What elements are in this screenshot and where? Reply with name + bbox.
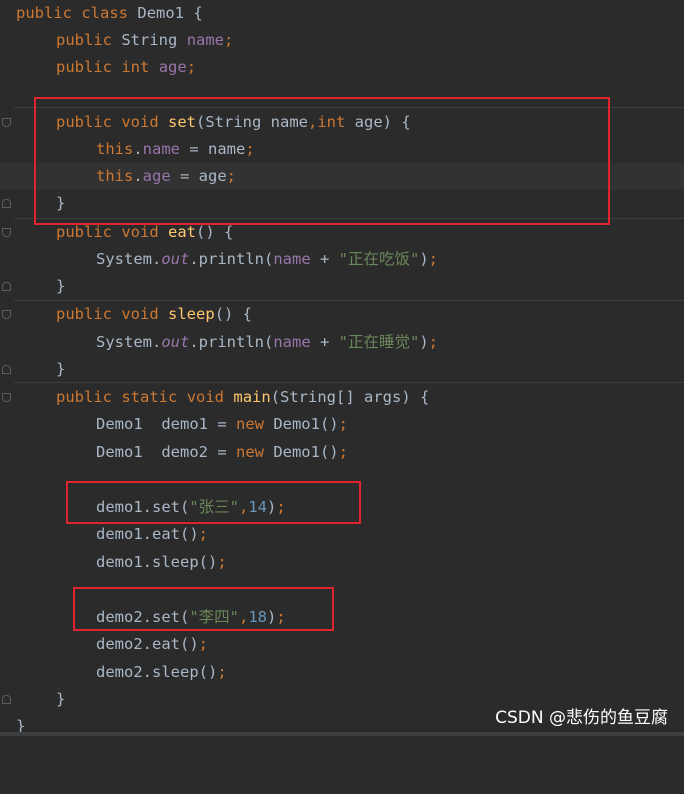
highlight-box-demo1-set <box>66 481 361 524</box>
keyword: void <box>186 388 225 406</box>
semicolon: ; <box>224 31 234 49</box>
method-name: eat <box>168 223 197 241</box>
keyword: void <box>121 223 159 241</box>
code-line[interactable]: Demo1 demo2 = new Demo1(); <box>0 439 684 466</box>
method-call: .println( <box>189 250 274 268</box>
field-name: age <box>158 58 187 76</box>
code-line[interactable]: demo1.sleep(); <box>0 549 684 576</box>
keyword: public <box>56 305 112 323</box>
method-call: .println( <box>189 333 274 351</box>
string-literal: "正在吃饭" <box>338 250 420 268</box>
code-line[interactable]: demo2.eat(); <box>0 631 684 658</box>
class-ref: System. <box>96 333 162 351</box>
keyword: public <box>56 58 112 76</box>
static-field: out <box>161 250 190 268</box>
keyword: public <box>56 223 112 241</box>
params: (String[] args) { <box>270 388 430 406</box>
watermark: CSDN @悲伤的鱼豆腐 <box>495 708 668 728</box>
semicolon: ; <box>338 443 348 461</box>
keyword: int <box>121 58 150 76</box>
method-name: main <box>233 388 271 406</box>
params: () { <box>214 305 253 323</box>
keyword: public <box>56 31 112 49</box>
keyword: public <box>56 388 112 406</box>
keyword: class <box>81 4 129 22</box>
paren: ) <box>419 333 429 351</box>
code-line[interactable]: } <box>0 273 684 300</box>
brace: { <box>184 4 203 22</box>
code-line[interactable]: Demo1 demo1 = new Demo1(); <box>0 411 684 438</box>
code-line[interactable]: public class Demo1 { <box>0 0 684 27</box>
keyword: static <box>121 388 178 406</box>
method-name: sleep <box>168 305 215 323</box>
semicolon: ; <box>217 553 227 571</box>
keyword: public <box>16 4 72 22</box>
paren: ) <box>419 250 429 268</box>
code-editor[interactable]: public class Demo1 { public String name;… <box>0 0 684 736</box>
operator: + <box>310 333 339 351</box>
code-line[interactable]: System.out.println(name + "正在吃饭"); <box>0 246 684 273</box>
field-name: name <box>273 333 311 351</box>
code-line[interactable]: public void sleep() { <box>0 301 684 328</box>
keyword: new <box>235 443 264 461</box>
semicolon: ; <box>198 525 208 543</box>
semicolon: ; <box>428 333 439 351</box>
brace: } <box>56 277 66 295</box>
semicolon: ; <box>217 663 227 681</box>
declaration: Demo1 demo1 = <box>96 415 236 433</box>
constructor-call: Demo1() <box>263 415 339 433</box>
brace: } <box>56 690 66 708</box>
semicolon: ; <box>198 635 208 653</box>
constructor-call: Demo1() <box>263 443 339 461</box>
method-separator <box>14 382 684 383</box>
highlight-box-demo2-set <box>73 587 334 631</box>
code-line[interactable]: System.out.println(name + "正在睡觉"); <box>0 329 684 356</box>
code-line[interactable]: public int age; <box>0 54 684 81</box>
highlight-box-set-method <box>34 97 610 225</box>
semicolon: ; <box>428 250 439 268</box>
code-line[interactable]: demo1.eat(); <box>0 521 684 548</box>
code-line[interactable]: } <box>0 356 684 383</box>
code-line[interactable]: demo2.sleep(); <box>0 659 684 686</box>
keyword: new <box>235 415 264 433</box>
declaration: Demo1 demo2 = <box>96 443 236 461</box>
method-call: demo1.eat() <box>96 525 199 543</box>
horizontal-scrollbar[interactable] <box>0 732 684 736</box>
method-call: demo1.sleep() <box>96 553 218 571</box>
operator: + <box>310 250 339 268</box>
method-call: demo2.sleep() <box>96 663 218 681</box>
semicolon: ; <box>186 58 197 76</box>
params: () { <box>196 223 234 241</box>
static-field: out <box>161 333 190 351</box>
class-ref: System. <box>96 250 162 268</box>
semicolon: ; <box>338 415 348 433</box>
field-name: name <box>273 250 311 268</box>
keyword: void <box>121 305 159 323</box>
brace: } <box>56 360 66 378</box>
code-line[interactable]: public String name; <box>0 27 684 54</box>
class-name: Demo1 <box>137 4 185 22</box>
code-line[interactable]: public static void main(String[] args) { <box>0 384 684 411</box>
string-literal: "正在睡觉" <box>338 333 420 351</box>
field-name: name <box>186 31 225 49</box>
type-name: String <box>121 31 178 49</box>
method-call: demo2.eat() <box>96 635 199 653</box>
